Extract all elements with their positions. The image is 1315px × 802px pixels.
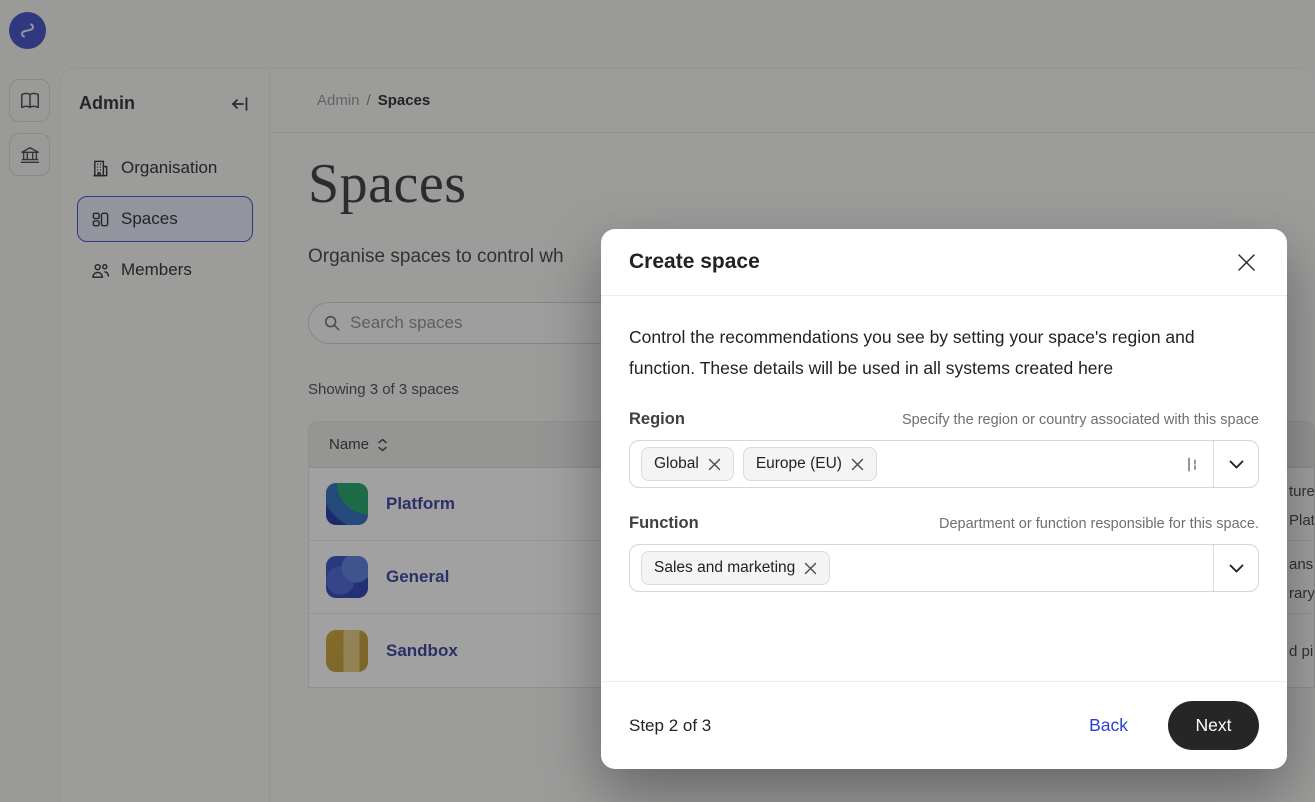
function-dropdown-toggle[interactable] <box>1214 564 1258 573</box>
function-label: Function <box>629 514 699 533</box>
text-cursor-icon <box>1186 456 1199 473</box>
region-dropdown-toggle[interactable] <box>1214 460 1258 469</box>
tag-label: Europe (EU) <box>756 455 842 473</box>
remove-tag-icon[interactable] <box>804 562 817 575</box>
region-tag-global: Global <box>641 447 734 481</box>
function-hint: Department or function responsible for t… <box>939 516 1259 532</box>
tag-label: Sales and marketing <box>654 559 795 577</box>
next-button[interactable]: Next <box>1168 701 1259 750</box>
function-tag-sales: Sales and marketing <box>641 551 830 585</box>
step-indicator: Step 2 of 3 <box>629 716 711 736</box>
tag-label: Global <box>654 455 699 473</box>
region-hint: Specify the region or country associated… <box>902 412 1259 428</box>
create-space-modal: Create space Control the recommendations… <box>601 229 1287 769</box>
region-tag-europe: Europe (EU) <box>743 447 877 481</box>
region-combobox[interactable]: Global Europe (EU) <box>629 440 1259 488</box>
function-field: Function Department or function responsi… <box>629 514 1259 592</box>
remove-tag-icon[interactable] <box>851 458 864 471</box>
back-button[interactable]: Back <box>1089 715 1128 736</box>
chevron-down-icon <box>1229 460 1244 469</box>
modal-description: Control the recommendations you see by s… <box>629 322 1239 384</box>
modal-footer: Step 2 of 3 Back Next <box>601 681 1287 769</box>
close-button[interactable] <box>1232 248 1261 277</box>
remove-tag-icon[interactable] <box>708 458 721 471</box>
close-icon <box>1236 252 1257 273</box>
function-combobox[interactable]: Sales and marketing <box>629 544 1259 592</box>
region-field: Region Specify the region or country ass… <box>629 410 1259 488</box>
region-label: Region <box>629 410 685 429</box>
chevron-down-icon <box>1229 564 1244 573</box>
modal-title: Create space <box>629 250 760 274</box>
